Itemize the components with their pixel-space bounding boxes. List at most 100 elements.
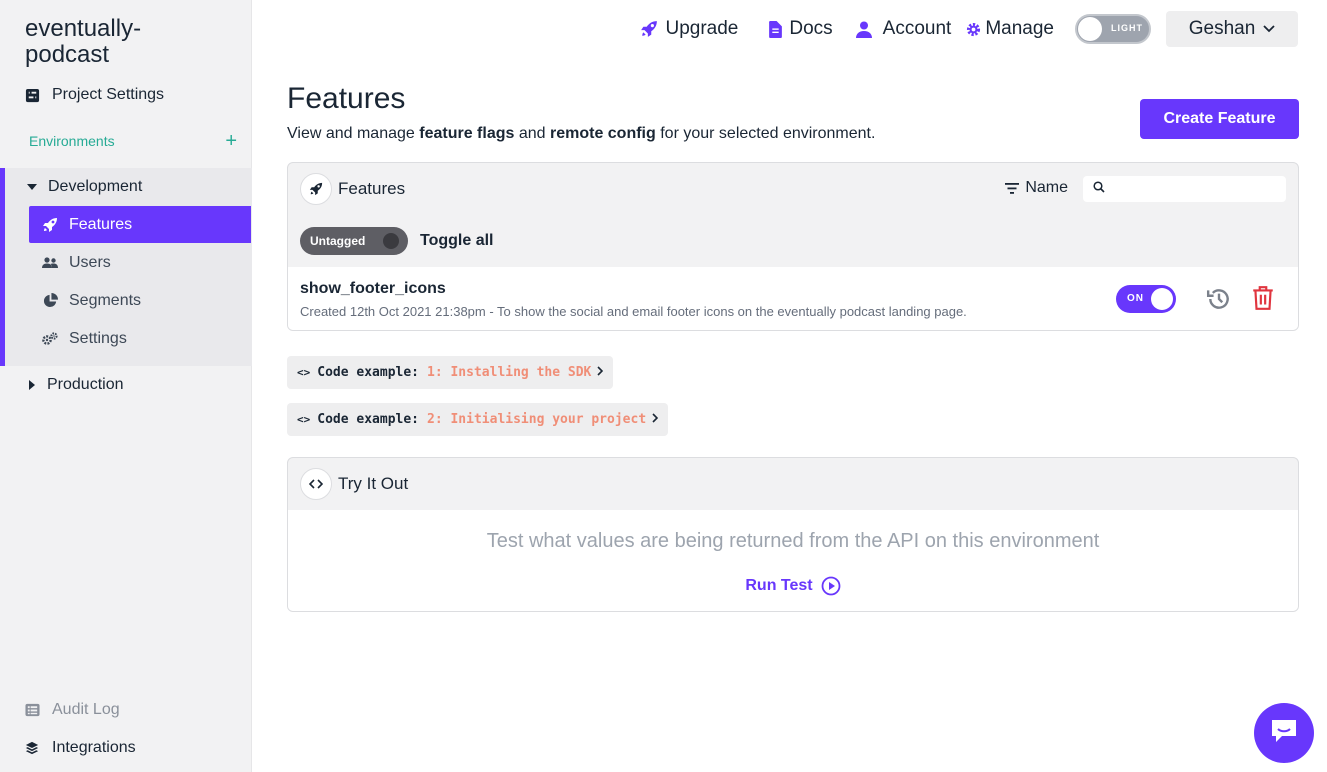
code-example-prefix: Code example:: [317, 412, 419, 427]
layers-icon: [24, 740, 40, 756]
feature-enabled-toggle[interactable]: ON: [1116, 285, 1176, 313]
code-example-prefix: Code example:: [317, 365, 419, 380]
caret-right-icon: [29, 380, 35, 390]
environment-name: Development: [48, 178, 143, 195]
features-panel-header: Features Name: [288, 163, 1298, 215]
page-title: Features: [287, 82, 406, 115]
pie-chart-icon: [42, 293, 58, 309]
top-bar: Upgrade Docs Account Manage LIGHT Geshan: [640, 11, 1298, 47]
document-icon: [769, 20, 783, 38]
add-environment-button[interactable]: +: [225, 131, 237, 151]
user-menu-button[interactable]: Geshan: [1166, 11, 1298, 47]
theme-toggle-knob: [1078, 17, 1102, 41]
trash-icon[interactable]: [1252, 285, 1274, 316]
gear-icon: [966, 22, 981, 37]
features-panel: Features Name Untagged Toggle all show_f…: [287, 162, 1299, 331]
code-example-init-project[interactable]: <> Code example: 2: Initialising your pr…: [287, 403, 669, 436]
try-it-out-description: Test what values are being returned from…: [486, 530, 1100, 552]
settings-list-icon: [24, 87, 40, 103]
rocket-icon: [300, 173, 332, 205]
upgrade-label: Upgrade: [665, 18, 739, 39]
rocket-icon: [42, 217, 58, 233]
try-it-out-title: Try It Out: [338, 474, 409, 493]
sort-icon: [1005, 182, 1020, 194]
users-icon: [42, 255, 58, 271]
caret-down-icon: [27, 184, 37, 190]
gears-icon: [42, 331, 58, 347]
toggle-all-button[interactable]: Toggle all: [420, 232, 493, 250]
sidebar-item-label: Segments: [69, 291, 142, 309]
subtitle-remote-config: remote config: [549, 125, 656, 142]
feature-description: Created 12th Oct 2021 21:38pm - To show …: [300, 304, 967, 319]
run-test-button[interactable]: Run Test: [288, 576, 1298, 596]
environments-label: Environments: [29, 133, 115, 149]
sidebar-item-label: Features: [69, 215, 133, 233]
environment-name: Production: [47, 376, 124, 393]
theme-toggle[interactable]: LIGHT: [1075, 14, 1151, 44]
account-link[interactable]: Account: [855, 18, 952, 40]
try-it-out-header: Try It Out: [288, 458, 1298, 510]
sidebar-item-segments[interactable]: Segments: [29, 282, 251, 319]
create-feature-button[interactable]: Create Feature: [1140, 99, 1299, 139]
run-test-label: Run Test: [745, 577, 813, 594]
environment-development-toggle[interactable]: Development: [27, 178, 142, 196]
sidebar: eventually-podcast Project Settings Envi…: [0, 0, 252, 772]
feature-name: show_footer_icons: [300, 280, 446, 297]
features-panel-title: Features: [338, 179, 406, 198]
subtitle-text: and: [514, 125, 550, 142]
subtitle-text: for your selected environment.: [655, 125, 876, 142]
toggle-knob: [1151, 288, 1173, 310]
try-it-out-panel: Try It Out Test what values are being re…: [287, 457, 1299, 612]
sidebar-item-users[interactable]: Users: [29, 244, 251, 281]
tag-label: Untagged: [310, 234, 366, 248]
code-example-install-sdk[interactable]: <> Code example: 1: Installing the SDK: [287, 356, 614, 389]
sort-label: Name: [1025, 179, 1068, 196]
docs-link[interactable]: Docs: [769, 18, 833, 40]
project-name: eventually-podcast: [25, 15, 142, 68]
code-icon: [300, 468, 332, 500]
play-circle-icon: [821, 576, 841, 596]
chevron-right-icon: [652, 412, 659, 427]
subtitle-text: View and manage: [287, 125, 420, 142]
list-icon: [24, 702, 40, 718]
docs-label: Docs: [789, 18, 833, 39]
sidebar-item-label: Users: [69, 253, 111, 271]
toggle-knob: [383, 233, 399, 249]
feature-row[interactable]: show_footer_icons Created 12th Oct 2021 …: [288, 267, 1298, 330]
theme-toggle-label: LIGHT: [1111, 23, 1143, 33]
chevron-down-icon: [1263, 25, 1275, 33]
code-icon: <>: [297, 366, 311, 379]
environment-production-toggle[interactable]: Production: [27, 376, 124, 394]
chat-widget-button[interactable]: [1254, 703, 1314, 763]
toggle-label: ON: [1127, 293, 1144, 304]
subtitle-feature-flags: feature flags: [419, 125, 515, 142]
manage-link[interactable]: Manage: [966, 18, 1054, 40]
chat-icon: [1270, 718, 1298, 749]
page-subtitle: View and manage feature flags and remote…: [287, 125, 875, 143]
audit-log-label: Audit Log: [52, 701, 120, 718]
search-input[interactable]: [1113, 181, 1283, 197]
user-icon: [855, 21, 872, 38]
project-settings-link[interactable]: Project Settings: [24, 86, 164, 104]
untagged-toggle[interactable]: Untagged: [300, 227, 408, 255]
try-it-out-body: Test what values are being returned from…: [288, 510, 1298, 611]
sidebar-item-settings[interactable]: Settings: [29, 320, 251, 357]
account-label: Account: [882, 18, 952, 39]
audit-log-link[interactable]: Audit Log: [24, 701, 120, 719]
sort-by-name-button[interactable]: Name: [1005, 179, 1068, 197]
sidebar-item-label: Settings: [69, 329, 127, 347]
history-icon[interactable]: [1206, 286, 1232, 317]
sidebar-item-features[interactable]: Features: [29, 206, 251, 243]
upgrade-link[interactable]: Upgrade: [640, 18, 738, 40]
code-icon: <>: [297, 413, 311, 426]
feature-search: [1083, 176, 1286, 202]
project-settings-label: Project Settings: [52, 86, 165, 103]
chevron-right-icon: [597, 365, 604, 380]
environments-header: Environments +: [29, 131, 237, 151]
search-icon: [1093, 180, 1105, 198]
code-example-value: 2: Initialising your project: [427, 412, 647, 427]
code-example-value: 1: Installing the SDK: [427, 365, 592, 380]
integrations-link[interactable]: Integrations: [24, 739, 136, 757]
user-name: Geshan: [1188, 18, 1256, 39]
tag-filter-row: Untagged Toggle all: [288, 215, 1298, 267]
